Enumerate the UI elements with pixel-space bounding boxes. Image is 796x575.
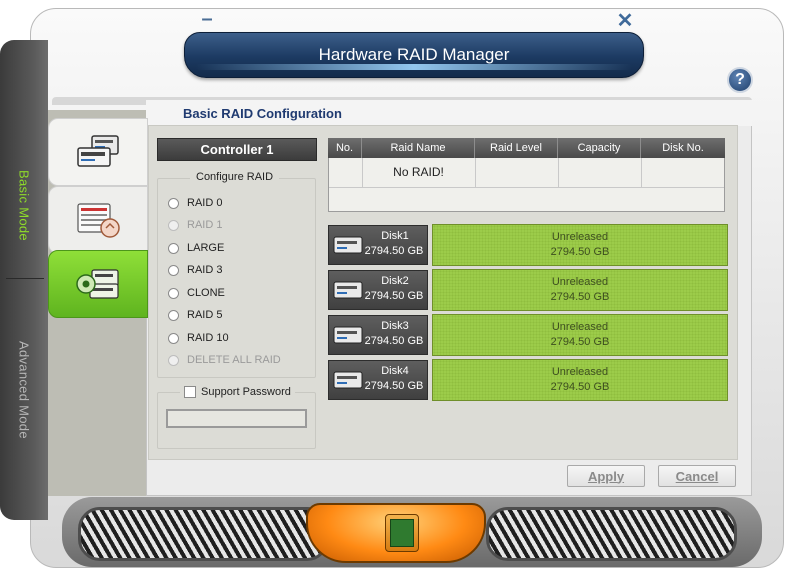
close-button[interactable]: ✕ <box>614 10 636 32</box>
disk-status-text: Unreleased <box>551 231 609 243</box>
radio-label: RAID 3 <box>187 264 223 276</box>
cancel-button[interactable]: Cancel <box>658 465 736 487</box>
speaker-grille-right <box>486 507 737 561</box>
support-password-label: Support Password <box>201 386 291 398</box>
table-row-divider <box>329 187 724 188</box>
disk-size: 2794.50 GB <box>364 335 424 347</box>
column-header-no: No. <box>328 138 362 158</box>
disk-item-3[interactable]: Disk3 2794.50 GB <box>328 315 428 355</box>
disk-status-1[interactable]: Unreleased 2794.50 GB <box>432 224 728 266</box>
radio-raid-3[interactable]: RAID 3 <box>168 262 222 278</box>
disk-item-1[interactable]: Disk1 2794.50 GB <box>328 225 428 265</box>
radio-circle[interactable] <box>168 242 179 254</box>
radio-circle[interactable] <box>168 264 179 276</box>
radio-label: RAID 10 <box>187 332 229 344</box>
configure-raid-label: Configure RAID <box>190 170 280 184</box>
hard-disk-icon <box>333 280 363 300</box>
support-password-checkbox[interactable] <box>184 386 196 398</box>
hard-disk-icon <box>333 325 363 345</box>
apply-button[interactable]: Apply <box>567 465 645 487</box>
radio-circle[interactable] <box>168 197 179 209</box>
chip-icon-inner <box>390 519 414 547</box>
column-header-disk-no: Disk No. <box>662 142 704 154</box>
disk-status-size: 2794.50 GB <box>550 246 610 258</box>
window-title: Hardware RAID Manager <box>184 32 644 78</box>
radio-circle[interactable] <box>168 287 179 299</box>
table-empty-message: No RAID! <box>393 165 444 179</box>
raid-config-gear-icon <box>72 264 124 304</box>
radio-label: CLONE <box>187 287 225 299</box>
tab-basic-mode-label: Basic Mode <box>16 169 32 241</box>
table-col-divider <box>558 158 559 188</box>
column-header-raid-name: Raid Name <box>362 138 475 158</box>
disk-status-text: Unreleased <box>551 276 609 288</box>
disk-name: Disk2 <box>381 275 409 287</box>
disk-name: Disk4 <box>381 365 409 377</box>
disk-status-4[interactable]: Unreleased 2794.50 GB <box>432 359 728 401</box>
radio-label: RAID 1 <box>187 219 223 231</box>
disk-size: 2794.50 GB <box>364 245 424 257</box>
disk-status-text: Unreleased <box>551 366 609 378</box>
table-col-divider <box>475 158 476 188</box>
raid-array-icon <box>72 132 124 172</box>
hard-disk-icon <box>333 235 363 255</box>
radio-circle <box>168 219 179 231</box>
radio-raid-1: RAID 1 <box>168 217 222 233</box>
disk-name: Disk3 <box>381 320 409 332</box>
disk-status-size: 2794.50 GB <box>550 291 610 303</box>
disk-status-size: 2794.50 GB <box>550 336 610 348</box>
disk-status-size: 2794.50 GB <box>550 381 610 393</box>
disk-status-text: Unreleased <box>551 321 609 333</box>
help-icon[interactable]: ? <box>727 67 753 93</box>
speaker-grille-left <box>78 507 329 561</box>
radio-circle[interactable] <box>168 332 179 344</box>
password-input[interactable] <box>166 409 307 428</box>
disk-item-2[interactable]: Disk2 2794.50 GB <box>328 270 428 310</box>
controller-selector[interactable]: Controller 1 <box>157 138 317 161</box>
radio-label: RAID 5 <box>187 309 223 321</box>
radio-circle <box>168 354 179 366</box>
panel-title: Basic RAID Configuration <box>183 106 342 121</box>
sidebar-divider <box>6 278 44 279</box>
column-header-capacity: Capacity <box>558 138 641 158</box>
radio-label: LARGE <box>187 242 225 254</box>
radio-large[interactable]: LARGE <box>168 240 224 256</box>
radio-raid-10[interactable]: RAID 10 <box>168 330 229 346</box>
disk-name: Disk1 <box>381 230 409 242</box>
nav-raid-config[interactable] <box>48 250 148 318</box>
radio-clone[interactable]: CLONE <box>168 285 225 301</box>
column-header-raid-level: Raid Level <box>475 138 558 158</box>
mode-sidebar: Basic Mode Advanced Mode <box>0 40 48 520</box>
radio-label: RAID 0 <box>187 197 223 209</box>
tab-advanced-mode[interactable]: Advanced Mode <box>0 280 48 500</box>
disk-status-3[interactable]: Unreleased 2794.50 GB <box>432 314 728 356</box>
nav-raid-array[interactable] <box>48 118 148 186</box>
nav-raid-settings[interactable] <box>48 186 148 254</box>
title-glow <box>196 64 632 70</box>
table-col-divider <box>641 158 642 188</box>
radio-raid-0[interactable]: RAID 0 <box>168 195 222 211</box>
disk-size: 2794.50 GB <box>364 290 424 302</box>
radio-raid-5[interactable]: RAID 5 <box>168 307 222 323</box>
disk-item-4[interactable]: Disk4 2794.50 GB <box>328 360 428 400</box>
tab-advanced-mode-label: Advanced Mode <box>16 341 32 439</box>
radio-label: DELETE ALL RAID <box>187 354 281 366</box>
minimize-button[interactable]: – <box>196 8 218 30</box>
support-password-checkbox-row[interactable]: Support Password <box>180 385 295 399</box>
raid-settings-icon <box>72 200 124 240</box>
tab-basic-mode[interactable]: Basic Mode <box>0 130 48 280</box>
disk-status-2[interactable]: Unreleased 2794.50 GB <box>432 269 728 311</box>
hard-disk-icon <box>333 370 363 390</box>
radio-delete-all-raid: DELETE ALL RAID <box>168 352 281 368</box>
disk-size: 2794.50 GB <box>364 380 424 392</box>
radio-circle[interactable] <box>168 309 179 321</box>
